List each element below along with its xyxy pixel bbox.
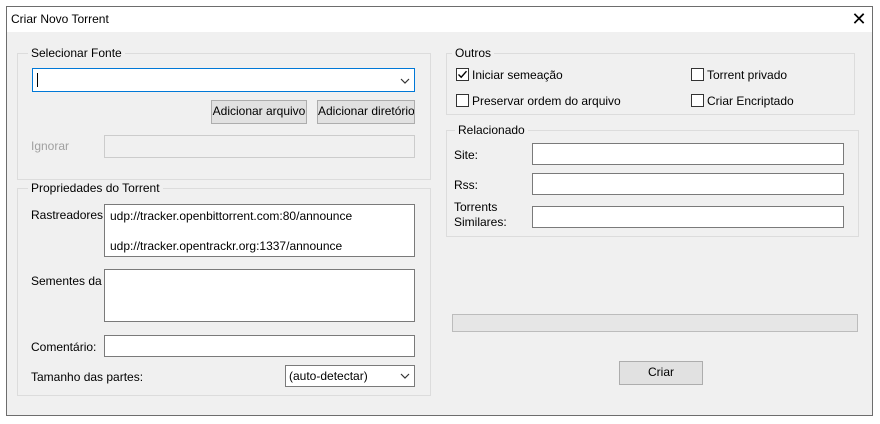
create-torrent-dialog: Criar Novo Torrent ✕ Selecionar Fonte Ad… — [6, 6, 873, 416]
title-bar: Criar Novo Torrent ✕ — [7, 7, 872, 32]
create-button[interactable]: Criar — [619, 361, 703, 385]
ignore-input — [104, 135, 415, 158]
site-label: Site: — [454, 148, 479, 162]
comment-label: Comentário: — [31, 340, 97, 354]
add-directory-button[interactable]: Adicionar diretório — [317, 100, 415, 124]
encrypted-label[interactable]: Criar Encriptado — [707, 94, 794, 108]
window-title: Criar Novo Torrent — [11, 12, 109, 26]
tracker-line: udp://tracker.openbittorrent.com:80/anno… — [110, 209, 353, 223]
site-input[interactable] — [532, 143, 844, 165]
properties-group-title: Propriedades do Torrent — [28, 181, 163, 195]
tracker-line: udp://tracker.opentrackr.org:1337/announ… — [110, 239, 343, 253]
similar-torrents-label-line2: Similares: — [454, 215, 507, 229]
start-seeding-label[interactable]: Iniciar semeação — [472, 68, 563, 82]
close-icon[interactable]: ✕ — [849, 9, 869, 29]
private-torrent-label[interactable]: Torrent privado — [707, 68, 787, 82]
rss-label: Rss: — [454, 178, 478, 192]
seeds-label: Sementes da — [31, 274, 102, 288]
text-cursor — [37, 73, 38, 87]
start-seeding-checkbox[interactable] — [456, 68, 469, 81]
piece-size-select[interactable]: (auto-detectar) — [285, 365, 415, 387]
others-group-title: Outros — [452, 46, 495, 60]
related-group-title: Relacionado — [455, 123, 528, 137]
chevron-down-icon[interactable] — [399, 75, 411, 87]
private-torrent-checkbox[interactable] — [691, 68, 704, 81]
chevron-down-icon[interactable] — [399, 370, 411, 382]
seeds-textarea[interactable] — [104, 269, 415, 322]
similar-torrents-label-line1: Torrents — [454, 200, 498, 214]
trackers-textarea[interactable]: udp://tracker.openbittorrent.com:80/anno… — [104, 204, 415, 257]
progress-bar — [452, 314, 858, 332]
add-file-button[interactable]: Adicionar arquivo — [211, 100, 307, 124]
source-group-title: Selecionar Fonte — [28, 46, 125, 60]
preserve-order-label[interactable]: Preservar ordem do arquivo — [472, 94, 621, 108]
preserve-order-checkbox[interactable] — [456, 94, 469, 107]
source-path-combobox[interactable] — [32, 68, 415, 92]
comment-input[interactable] — [104, 335, 415, 357]
piece-size-label: Tamanho das partes: — [31, 370, 144, 384]
checkmark-icon — [458, 70, 468, 79]
rss-input[interactable] — [532, 173, 844, 195]
encrypted-checkbox[interactable] — [691, 94, 704, 107]
similar-torrents-input[interactable] — [532, 206, 844, 228]
piece-size-value: (auto-detectar) — [289, 369, 368, 383]
ignore-label: Ignorar — [31, 139, 70, 153]
trackers-label: Rastreadores: — [31, 208, 107, 222]
